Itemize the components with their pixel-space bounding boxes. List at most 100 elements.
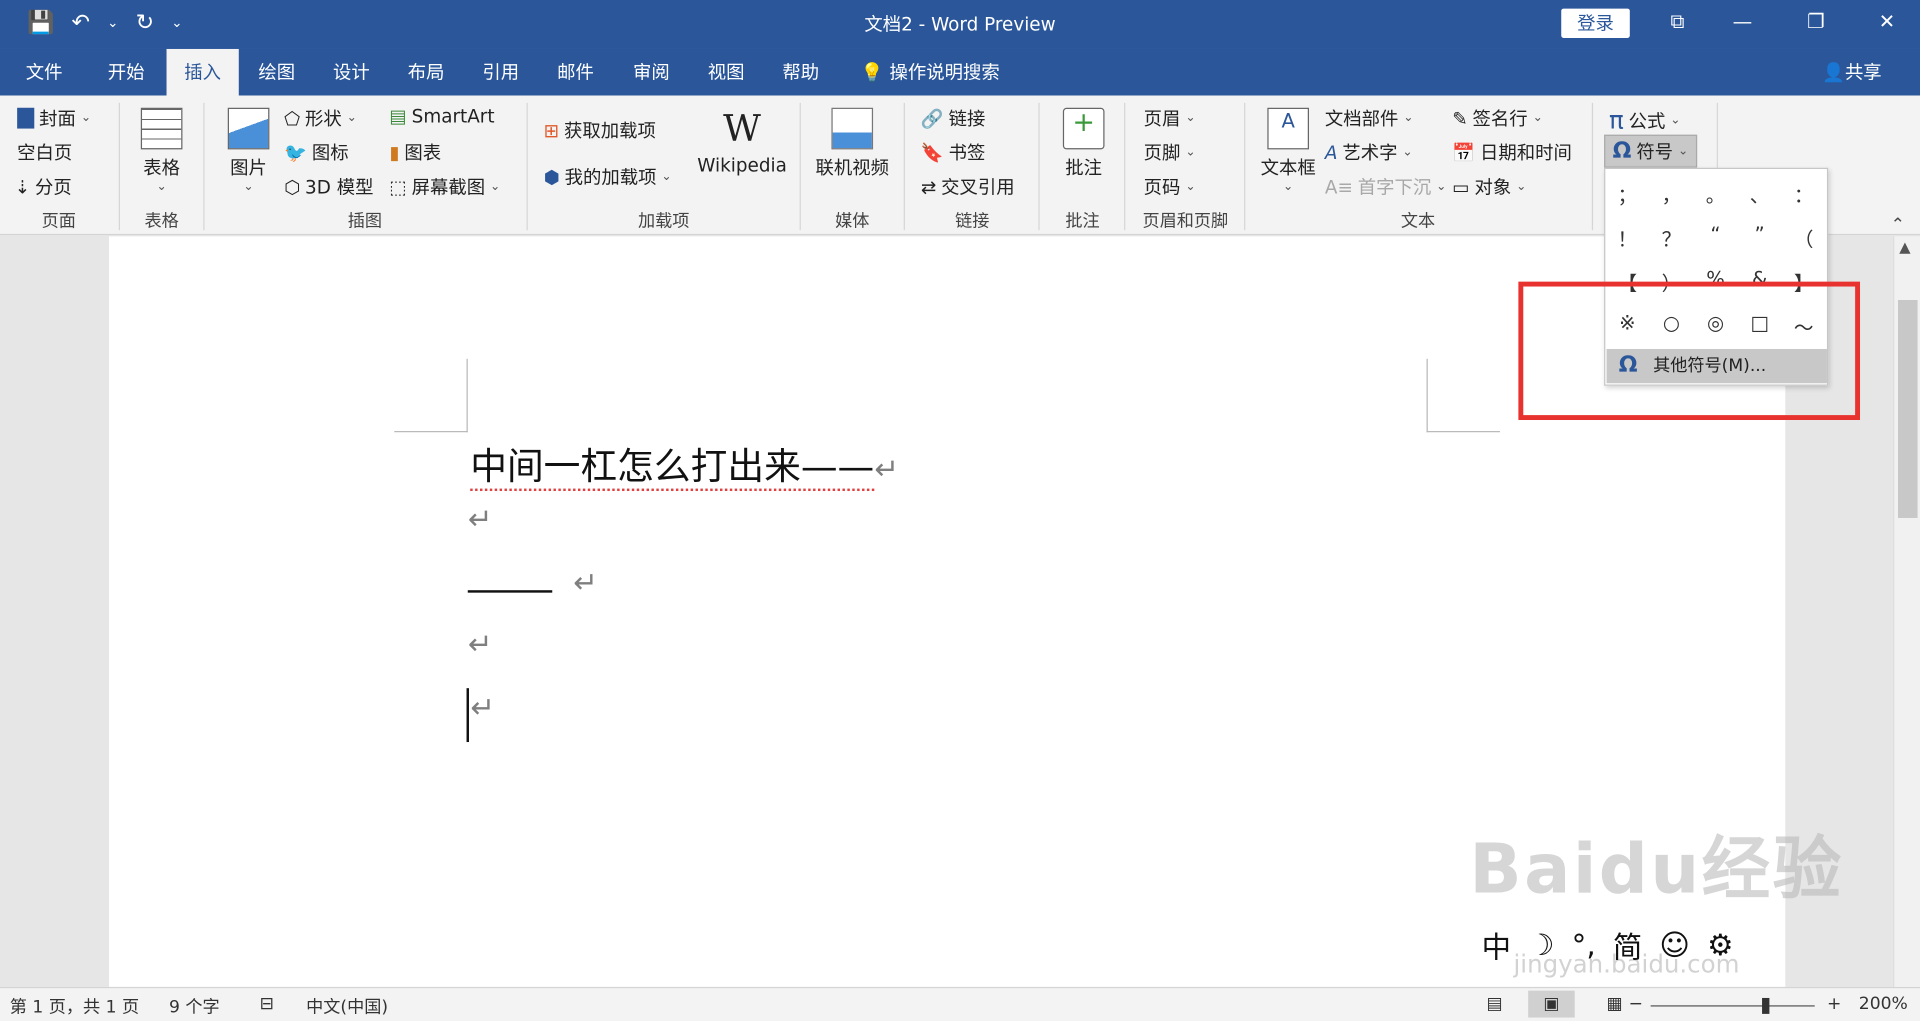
collapse-ribbon-icon[interactable]: ⌃ [1891, 216, 1905, 236]
zoom-level[interactable]: 200% [1859, 994, 1908, 1014]
ime-moon-icon[interactable]: ☽ [1528, 928, 1554, 962]
cross-reference-button[interactable]: ⇄ 交叉引用 [921, 174, 1015, 200]
group-tables-label: 表格 [144, 211, 179, 232]
wordart-button[interactable]: A 艺术字 ⌄ [1325, 140, 1413, 166]
line-1-text: 中间一杠怎么打出来—— [470, 445, 875, 492]
separator [526, 102, 528, 231]
tab-insert[interactable]: 插入 [166, 48, 239, 96]
symbol-cell[interactable]: ； [1605, 179, 1649, 208]
symbol-cell[interactable]: ！ [1605, 223, 1649, 252]
symbol-cell[interactable]: 、 [1738, 179, 1782, 208]
cube-icon: ⬡ [284, 175, 301, 198]
omega-icon: Ω [1612, 138, 1632, 165]
scroll-up-icon[interactable]: ▲ [1899, 239, 1910, 256]
print-layout-icon[interactable]: ▣ [1528, 990, 1575, 1018]
signature-line-button[interactable]: ✎ 签名行 ⌄ [1452, 105, 1543, 131]
scrollbar-thumb[interactable] [1897, 300, 1918, 518]
object-icon: ▭ [1452, 175, 1470, 198]
video-icon [831, 107, 874, 150]
page-break-button[interactable]: ⇣ 分页 [15, 174, 72, 200]
equation-button[interactable]: π 公式 ⌄ [1609, 105, 1681, 134]
group-header-footer-label: 页眉和页脚 [1142, 211, 1229, 232]
tab-draw[interactable]: 绘图 [242, 49, 311, 96]
my-addins-label: 我的加载项 [564, 166, 657, 189]
tab-review[interactable]: 审阅 [617, 49, 686, 96]
tab-help[interactable]: 帮助 [767, 49, 836, 96]
chart-button[interactable]: ▮ 图表 [389, 140, 441, 166]
get-addins-button[interactable]: ⊞ 获取加载项 [544, 118, 656, 144]
share-button[interactable]: 👤共享 [1822, 49, 1882, 96]
text-box-button[interactable]: A 文本框 ⌄ [1256, 107, 1320, 193]
online-video-button[interactable]: 联机视频 [811, 107, 894, 180]
restore-icon[interactable]: ❐ [1798, 10, 1835, 33]
symbol-cell[interactable]: ” [1738, 223, 1782, 246]
tab-home[interactable]: 开始 [92, 49, 161, 96]
cover-page-button[interactable]: 封面 ⌄ [17, 105, 91, 131]
table-button[interactable]: 表格 ⌄ [132, 107, 191, 193]
object-button[interactable]: ▭ 对象 ⌄ [1452, 174, 1526, 200]
minimize-icon[interactable]: — [1724, 10, 1761, 33]
lightbulb-icon: 💡 [860, 61, 890, 84]
blank-page-button[interactable]: 空白页 [17, 140, 143, 397]
document-line-1[interactable]: 中间一杠怎么打出来——↵ [470, 436, 899, 492]
zoom-out-icon[interactable]: − [1629, 994, 1643, 1014]
separator [1038, 102, 1040, 231]
page-count[interactable]: 第 1 页，共 1 页 [10, 994, 139, 1018]
3d-models-button[interactable]: ⬡ 3D 模型 [284, 174, 373, 200]
wikipedia-button[interactable]: W Wikipedia [693, 108, 791, 177]
login-button[interactable]: 登录 [1561, 8, 1630, 38]
tab-references[interactable]: 引用 [467, 49, 536, 96]
symbol-cell[interactable]: 。 [1693, 179, 1737, 208]
tell-me-search[interactable]: 💡 操作说明搜索 [861, 49, 1000, 96]
ime-punctuation[interactable]: °, [1572, 928, 1596, 962]
language-indicator[interactable]: 中文(中国) [306, 994, 388, 1018]
zoom-slider-knob[interactable] [1762, 997, 1770, 1014]
screenshot-button[interactable]: ⬚ 屏幕截图 ⌄ [389, 174, 500, 200]
symbol-cell[interactable]: ： [1782, 179, 1826, 208]
quick-parts-button[interactable]: 文档部件 ⌄ [1325, 105, 1450, 363]
ime-emoji-icon[interactable]: ☺ [1659, 928, 1690, 962]
ime-settings-icon[interactable]: ⚙ [1707, 928, 1733, 962]
zoom-in-icon[interactable]: + [1827, 994, 1841, 1014]
symbol-button[interactable]: Ω 符号 ⌄ [1604, 134, 1697, 168]
date-time-button[interactable]: 📅 日期和时间 [1452, 140, 1572, 166]
symbol-cell[interactable]: “ [1693, 223, 1737, 246]
tab-design[interactable]: 设计 [317, 49, 386, 96]
tab-file[interactable]: 文件 [10, 49, 79, 96]
vertical-scrollbar[interactable]: ▲ [1893, 236, 1920, 987]
my-addins-button[interactable]: ⬢ 我的加载项 ⌄ [544, 164, 672, 190]
ribbon-display-icon[interactable]: ⧉ [1659, 10, 1696, 34]
footer-button[interactable]: 页脚 ⌄ [1144, 140, 1269, 397]
group-comments-label: 批注 [1065, 211, 1100, 232]
ime-toolbar: 中 ☽ °, 简 ☺ ⚙ [1482, 923, 1734, 966]
picture-icon [227, 107, 270, 150]
tab-view[interactable]: 视图 [692, 49, 761, 96]
symbol-cell[interactable]: ？ [1649, 223, 1693, 252]
close-icon[interactable]: ✕ [1869, 10, 1906, 33]
ime-chinese-mode[interactable]: 中 [1482, 923, 1511, 966]
proofing-icon[interactable]: ⊟ [260, 994, 274, 1014]
link-button[interactable]: 🔗 链接 [921, 105, 986, 131]
bookmark-button[interactable]: 🔖 书签 [921, 140, 986, 166]
smartart-button[interactable]: ▤ SmartArt [389, 105, 494, 127]
drop-cap-button[interactable]: A≡ 首字下沉 ⌄ [1325, 174, 1447, 200]
zoom-slider[interactable] [1650, 1005, 1815, 1007]
signature-label: 签名行 [1472, 107, 1528, 130]
new-comment-button[interactable]: + 批注 [1056, 107, 1112, 180]
web-layout-icon[interactable]: ▦ [1607, 994, 1623, 1014]
shapes-button[interactable]: ⬠ 形状 ⌄ [284, 105, 357, 131]
tab-layout[interactable]: 布局 [392, 49, 461, 96]
icons-button[interactable]: 🐦 图标 [284, 140, 349, 166]
word-count[interactable]: 9 个字 [169, 994, 220, 1018]
wikipedia-icon: W [723, 107, 761, 151]
header-button[interactable]: 页眉 ⌄ [1144, 105, 1269, 363]
tab-mailings[interactable]: 邮件 [541, 49, 610, 96]
pictures-button[interactable]: 图片 ⌄ [220, 107, 276, 193]
page-number-button[interactable]: 页码 ⌄ [1144, 174, 1269, 432]
screenshot-icon: ⬚ [389, 175, 407, 198]
ime-simplified[interactable]: 简 [1613, 923, 1642, 966]
symbol-cell[interactable]: （ [1782, 223, 1826, 252]
symbol-cell[interactable]: ， [1649, 179, 1693, 208]
separator [1591, 102, 1594, 231]
read-mode-icon[interactable]: ▤ [1487, 994, 1503, 1014]
